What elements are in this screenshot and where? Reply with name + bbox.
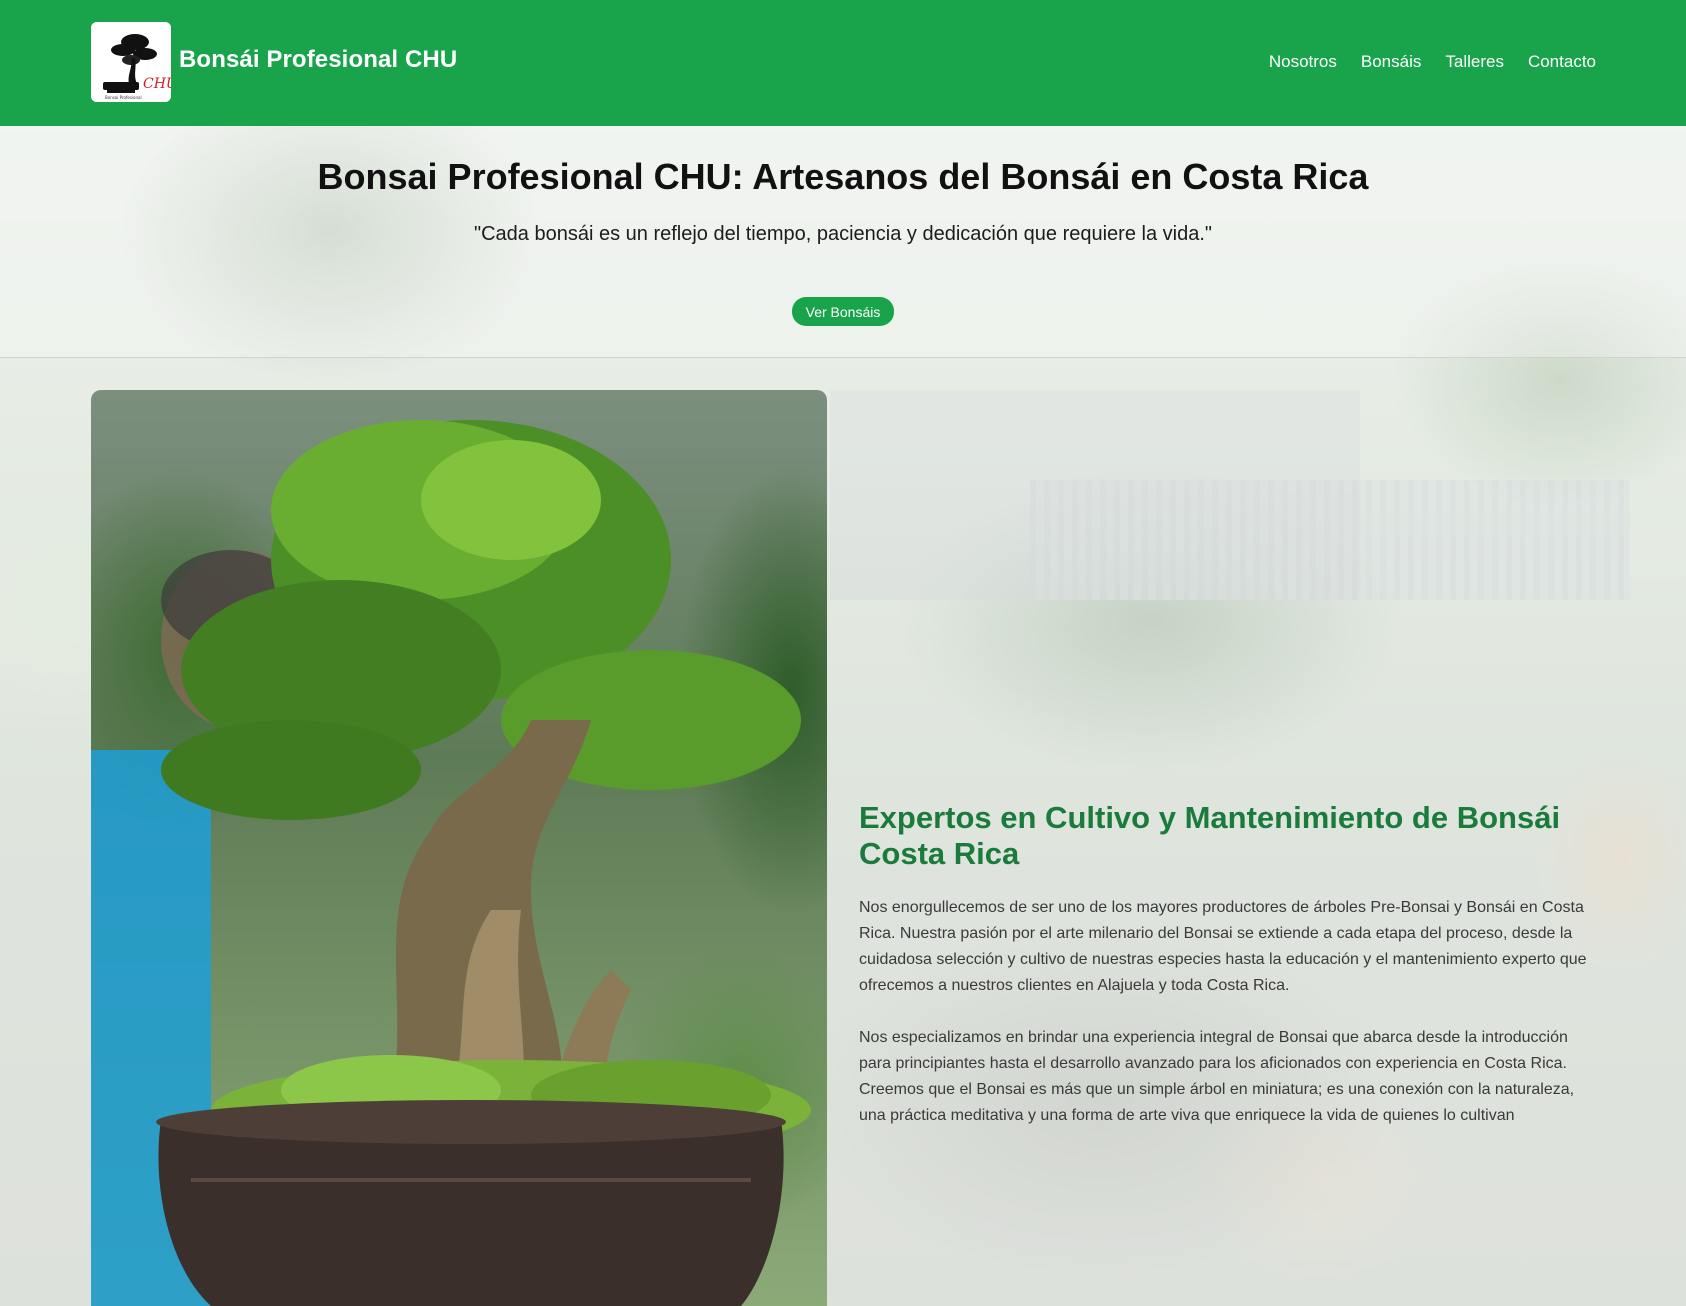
site-header: CHU Bonsai Profesional Bonsái Profesiona… — [0, 0, 1686, 126]
svg-text:CHU: CHU — [143, 76, 171, 92]
nav-link-contacto[interactable]: Contacto — [1528, 52, 1596, 72]
about-paragraph: Nos especializamos en brindar una experi… — [859, 1029, 1575, 1124]
hero-quote: "Cada bonsái es un reflejo del tiempo, p… — [474, 223, 1212, 245]
about-heading: Expertos en Cultivo y Mantenimiento de B… — [859, 800, 1561, 871]
nav-link-nosotros[interactable]: Nosotros — [1269, 52, 1337, 72]
bonsai-illustration — [91, 420, 811, 1306]
main-nav: Nosotros Bonsáis Talleres Contacto — [1269, 52, 1596, 72]
logo-link[interactable]: CHU Bonsai Profesional — [91, 22, 171, 102]
nav-link-talleres[interactable]: Talleres — [1445, 52, 1504, 72]
site-brand[interactable]: Bonsái Profesional CHU — [179, 46, 457, 74]
bonsai-logo-icon: CHU Bonsai Profesional — [91, 22, 171, 102]
nav-link-bonsais[interactable]: Bonsáis — [1361, 52, 1421, 72]
view-bonsais-button[interactable]: Ver Bonsáis — [792, 297, 894, 326]
hero-title: Bonsai Profesional CHU: Artesanos del Bo… — [317, 156, 1369, 197]
svg-text:Bonsai Profesional: Bonsai Profesional — [105, 95, 142, 100]
about-paragraph: Nos enorgullecemos de ser uno de los may… — [859, 899, 1587, 994]
bonsai-photo — [91, 390, 827, 1306]
